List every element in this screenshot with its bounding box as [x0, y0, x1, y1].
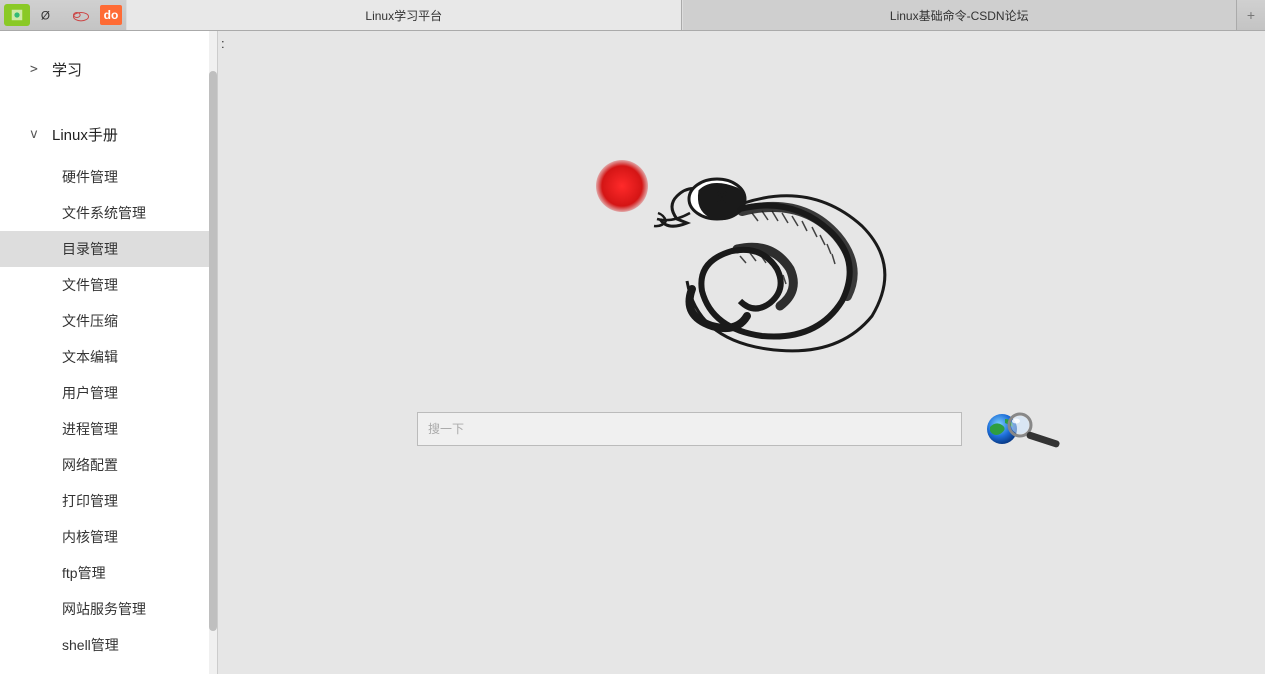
tab-csdn[interactable]: Linux基础命令-CSDN论坛 [682, 0, 1238, 30]
sidebar-child-ftp[interactable]: ftp管理 [0, 555, 217, 591]
sidebar-child-directory[interactable]: 目录管理 [0, 231, 217, 267]
sidebar-child-compress[interactable]: 文件压缩 [0, 303, 217, 339]
sidebar-child-textedit[interactable]: 文本编辑 [0, 339, 217, 375]
main-content: : [218, 31, 1265, 674]
pin-icon[interactable] [4, 4, 30, 26]
sidebar-child-filesystem[interactable]: 文件系统管理 [0, 195, 217, 231]
sidebar: > 学习 v Linux手册 硬件管理 文件系统管理 目录管理 文件管理 文件压… [0, 31, 218, 674]
sidebar-child-file[interactable]: 文件管理 [0, 267, 217, 303]
oa-icon[interactable]: Ø [36, 4, 62, 26]
sidebar-child-hardware[interactable]: 硬件管理 [0, 159, 217, 195]
tab-strip: Linux学习平台 Linux基础命令-CSDN论坛 [126, 0, 1237, 30]
sidebar-item-label: 学习 [52, 59, 82, 80]
sidebar-child-network[interactable]: 网络配置 [0, 447, 217, 483]
search-button[interactable] [980, 409, 1066, 449]
logo-image [562, 141, 922, 361]
tab-linux-learn[interactable]: Linux学习平台 [126, 0, 682, 30]
search-input[interactable] [417, 412, 962, 446]
svg-text:Ø: Ø [41, 10, 50, 23]
do-icon[interactable]: do [100, 5, 122, 25]
search-row [218, 409, 1265, 449]
sidebar-child-process[interactable]: 进程管理 [0, 411, 217, 447]
scrollbar-track [209, 31, 217, 674]
chevron-down-icon: v [30, 127, 52, 142]
sidebar-item-study[interactable]: > 学习 [0, 49, 217, 90]
sidebar-child-shell[interactable]: shell管理 [0, 627, 217, 663]
chevron-right-icon: > [30, 62, 52, 77]
sidebar-child-kernel[interactable]: 内核管理 [0, 519, 217, 555]
corner-indicator: : [221, 36, 225, 51]
sidebar-child-website[interactable]: 网站服务管理 [0, 591, 217, 627]
new-tab-button[interactable]: + [1237, 0, 1265, 30]
sidebar-child-user[interactable]: 用户管理 [0, 375, 217, 411]
browser-chrome: Ø do Linux学习平台 Linux基础命令-CSDN论坛 + [0, 0, 1265, 31]
scrollbar-thumb[interactable] [209, 71, 217, 631]
sidebar-item-linux-manual[interactable]: v Linux手册 [0, 114, 217, 155]
sidebar-item-label: Linux手册 [52, 124, 118, 145]
cloud-icon[interactable] [68, 4, 94, 26]
sidebar-child-print[interactable]: 打印管理 [0, 483, 217, 519]
toolbar-icons: Ø do [0, 0, 126, 30]
